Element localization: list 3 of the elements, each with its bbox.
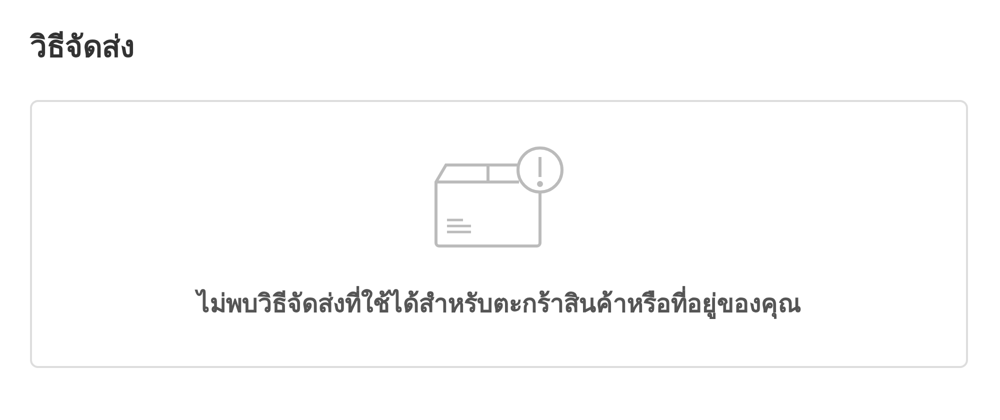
section-title: วิธีจัดส่ง xyxy=(30,29,136,67)
box-warning-icon xyxy=(433,146,565,250)
empty-message: ไม่พบวิธีจัดส่งที่ใช้ได้สำหรับตะกร้าสินค้าหรือที่อยู่ของคุณ xyxy=(197,284,801,324)
